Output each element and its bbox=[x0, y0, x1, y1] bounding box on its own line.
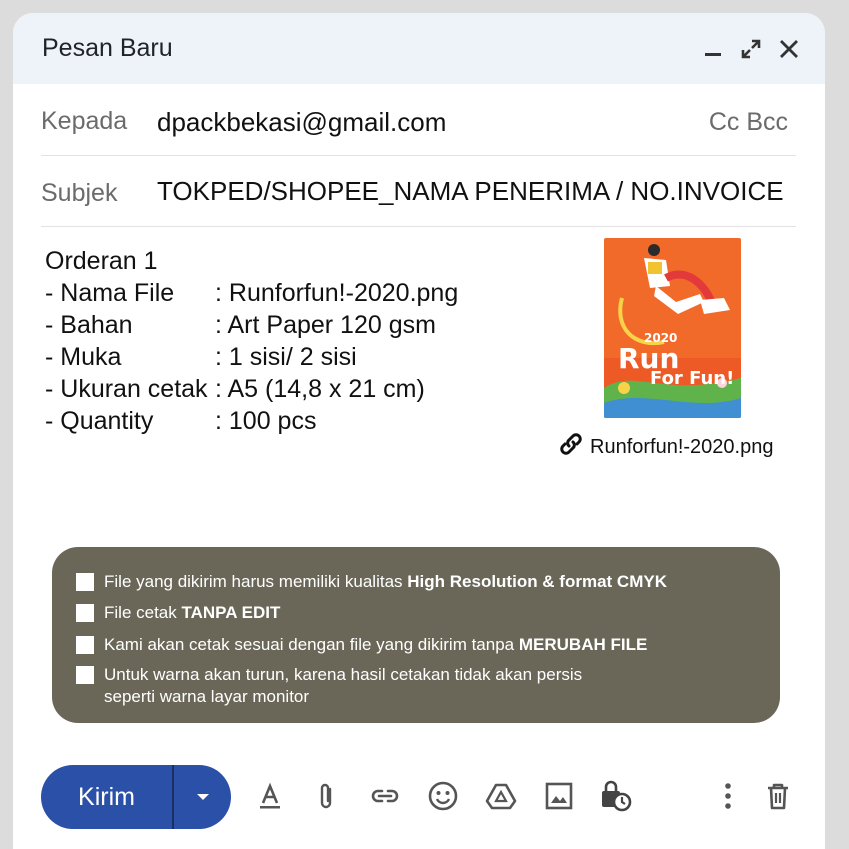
link-icon[interactable] bbox=[368, 779, 402, 813]
notice-item: File yang dikirim harus memiliki kualita… bbox=[76, 571, 667, 593]
attach-icon[interactable] bbox=[310, 779, 344, 813]
close-icon[interactable] bbox=[777, 37, 801, 61]
attachment-link[interactable]: Runforfun!-2020.png bbox=[558, 431, 773, 463]
checkbox[interactable] bbox=[76, 636, 94, 654]
order-row-value: : A5 (14,8 x 21 cm) bbox=[215, 375, 425, 403]
image-icon[interactable] bbox=[542, 779, 576, 813]
checkbox[interactable] bbox=[76, 573, 94, 591]
compose-toolbar: Kirim bbox=[13, 761, 825, 831]
order-row: - Ukuran cetak : A5 (14,8 x 21 cm) bbox=[45, 373, 458, 405]
send-button-group: Kirim bbox=[41, 765, 231, 829]
link-icon bbox=[558, 431, 584, 463]
subject-row: Subjek TOKPED/SHOPEE_NAMA PENERIMA / NO.… bbox=[41, 156, 796, 227]
order-row-label: - Ukuran cetak bbox=[45, 375, 208, 403]
notice-text: Untuk warna akan turun, karena hasil cet… bbox=[104, 665, 583, 706]
order-row: - Nama File : Runforfun!-2020.png bbox=[45, 277, 458, 309]
format-text-icon[interactable] bbox=[253, 779, 287, 813]
order-row: - Quantity : 100 pcs bbox=[45, 405, 458, 437]
notice-text: Kami akan cetak sesuai dengan file yang … bbox=[104, 635, 648, 654]
compose-titlebar: Pesan Baru bbox=[13, 13, 825, 84]
order-heading: Orderan 1 bbox=[45, 247, 158, 275]
chevron-down-icon[interactable] bbox=[174, 765, 231, 829]
order-row-value: : Runforfun!-2020.png bbox=[215, 279, 459, 307]
notice-box: File yang dikirim harus memiliki kualita… bbox=[52, 547, 780, 723]
order-row: - Muka : 1 sisi/ 2 sisi bbox=[45, 341, 458, 373]
send-button[interactable]: Kirim bbox=[41, 765, 174, 829]
notice-item: Kami akan cetak sesuai dengan file yang … bbox=[76, 634, 647, 656]
checkbox[interactable] bbox=[76, 604, 94, 622]
expand-icon[interactable] bbox=[739, 37, 763, 61]
notice-item: Untuk warna akan turun, karena hasil cet… bbox=[76, 664, 582, 708]
emoji-icon[interactable] bbox=[426, 779, 460, 813]
subject-field[interactable]: TOKPED/SHOPEE_NAMA PENERIMA / NO.INVOICE bbox=[157, 176, 784, 207]
thumbnail-title-fun: For Fun! bbox=[650, 368, 734, 389]
trash-icon[interactable] bbox=[761, 779, 795, 813]
order-row-label: - Bahan bbox=[45, 311, 133, 339]
attachment-thumbnail[interactable]: 2020 Run For Fun! bbox=[604, 238, 741, 418]
message-body[interactable]: Orderan 1 - Nama File : Runforfun!-2020.… bbox=[45, 245, 458, 437]
subject-label: Subjek bbox=[41, 179, 118, 207]
order-row-label: - Muka bbox=[45, 343, 122, 371]
order-row-value: : 100 pcs bbox=[215, 407, 317, 435]
notice-text: File yang dikirim harus memiliki kualita… bbox=[104, 572, 667, 591]
confidential-icon[interactable] bbox=[599, 779, 633, 813]
minimize-icon[interactable] bbox=[701, 37, 725, 61]
window-controls bbox=[701, 37, 801, 61]
order-row: - Bahan : Art Paper 120 gsm bbox=[45, 309, 458, 341]
compose-window: Pesan Baru Kepada dpackbekasi@gmail.com … bbox=[13, 13, 825, 849]
more-icon[interactable] bbox=[711, 779, 745, 813]
recipient-row: Kepada dpackbekasi@gmail.com Cc Bcc bbox=[41, 85, 796, 156]
order-row-value: : 1 sisi/ 2 sisi bbox=[215, 343, 357, 371]
order-row-label: - Quantity bbox=[45, 407, 154, 435]
order-row-label: - Nama File bbox=[45, 279, 175, 307]
attachment-filename: Runforfun!-2020.png bbox=[590, 435, 774, 458]
order-row-value: : Art Paper 120 gsm bbox=[215, 311, 436, 339]
recipient-label: Kepada bbox=[41, 107, 128, 135]
notice-item: File cetak TANPA EDIT bbox=[76, 602, 280, 624]
recipient-field[interactable]: dpackbekasi@gmail.com bbox=[157, 107, 446, 138]
cc-bcc-link[interactable]: Cc Bcc bbox=[709, 108, 788, 137]
checkbox[interactable] bbox=[76, 666, 94, 684]
notice-text: File cetak TANPA EDIT bbox=[104, 603, 281, 622]
window-title: Pesan Baru bbox=[42, 34, 173, 62]
drive-icon[interactable] bbox=[484, 779, 518, 813]
